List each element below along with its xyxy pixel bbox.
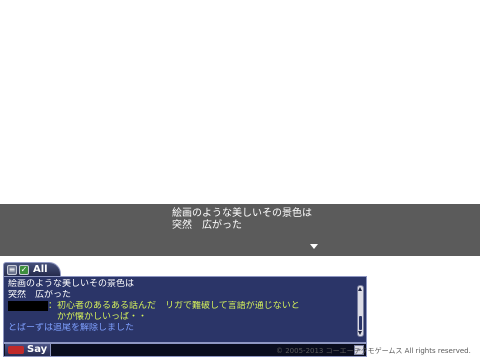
chat-line-text: ：初心者のあるある話んだ リガで難破して言語が通じないと: [48, 301, 300, 311]
chat-line: かが懐かしいっぱ・・: [8, 312, 352, 323]
redacted-speaker-name: [8, 301, 48, 311]
filter-icon[interactable]: ≡: [7, 265, 17, 275]
chat-tab-label: All: [33, 264, 48, 275]
say-label: Say: [27, 344, 48, 355]
scroll-up-icon[interactable]: [358, 287, 362, 291]
chat-line-speech: ：初心者のあるある話んだ リガで難破して言語が通じないと: [8, 301, 352, 312]
check-icon[interactable]: ✓: [19, 265, 29, 275]
chat-line-text: かが懐かしいっぱ・・: [48, 312, 148, 322]
chat-line: 突然 広がった: [8, 290, 72, 300]
chat-tab-all[interactable]: ≡ ✓ All: [3, 262, 61, 276]
chat-line-system: とぱーずは追尾を解除しました: [8, 323, 135, 333]
gap: [0, 256, 480, 262]
chat-scrollbar[interactable]: [357, 285, 364, 337]
say-button[interactable]: Say: [5, 344, 51, 356]
megaphone-icon: [8, 346, 24, 354]
dialogue-text: 絵画のような美しいその景色は 突然 広がった: [172, 208, 312, 232]
dialogue-line-2: 突然 広がった: [172, 220, 242, 231]
chat-line: 絵画のような美しいその景色は: [8, 279, 135, 289]
scroll-down-icon[interactable]: [358, 331, 362, 335]
chat-log: 絵画のような美しいその景色は 突然 広がった ：初心者のあるある話んだ リガで難…: [8, 279, 352, 334]
game-scene: [0, 0, 480, 204]
dialogue-line-1: 絵画のような美しいその景色は: [172, 208, 312, 219]
dialogue-band[interactable]: 絵画のような美しいその景色は 突然 広がった: [0, 204, 480, 256]
scroll-thumb[interactable]: [359, 316, 362, 330]
chat-window: 絵画のような美しいその景色は 突然 広がった ：初心者のあるある話んだ リガで難…: [3, 276, 367, 343]
next-arrow-icon[interactable]: [310, 244, 318, 249]
copyright-notice: © 2005-2013 コーエーテクモゲームス All rights reser…: [276, 347, 471, 355]
